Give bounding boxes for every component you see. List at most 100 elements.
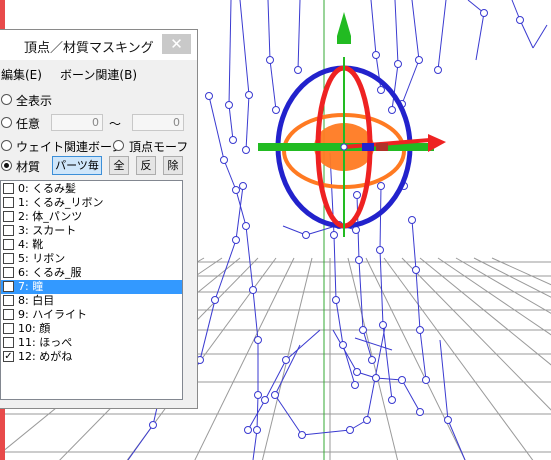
- material-checkbox[interactable]: ✓: [3, 351, 14, 362]
- vertex-morph-label: 頂点モーフ: [129, 140, 189, 154]
- material-list-item[interactable]: 2: 体_パンツ: [1, 210, 182, 224]
- material-list-item[interactable]: ✓ 12: めがね: [1, 350, 182, 364]
- material-checkbox[interactable]: [3, 183, 14, 194]
- material-list-item[interactable]: 9: ハイライト: [1, 308, 182, 322]
- bone-joint: [242, 146, 250, 154]
- weight-bone-label: ウェイト関連ボーン: [16, 140, 124, 154]
- bone-link: [245, 94, 250, 151]
- bone-joint: [416, 408, 424, 416]
- arbitrary-option[interactable]: 任意 0 〜 0: [0, 112, 197, 134]
- bone-joint: [376, 246, 384, 254]
- show-all-option[interactable]: 全表示: [0, 89, 197, 111]
- per-part-button[interactable]: パーツ毎: [52, 156, 102, 175]
- weight-bone-radio[interactable]: [1, 140, 12, 151]
- grid-line: [383, 257, 534, 460]
- bone-joint: [377, 182, 385, 190]
- weight-bone-option[interactable]: ウェイト関連ボーン 頂点モーフ: [0, 135, 197, 157]
- select-all-button[interactable]: 全: [109, 156, 129, 175]
- bone-joint: [232, 236, 240, 244]
- bone-link: [245, 225, 254, 291]
- range-separator: 〜: [109, 117, 122, 131]
- material-list-item[interactable]: 8: 白目: [1, 294, 182, 308]
- material-checkbox[interactable]: [3, 281, 14, 292]
- material-label: 7: 瞳: [18, 280, 44, 293]
- bone-joint: [330, 231, 338, 239]
- bone-link: [274, 344, 301, 396]
- invert-button[interactable]: 反: [136, 156, 156, 175]
- bone-joint: [225, 101, 233, 109]
- bone-joint: [239, 182, 247, 190]
- material-checkbox[interactable]: [3, 225, 14, 236]
- bone-joint: [244, 426, 252, 434]
- close-button[interactable]: ✕: [162, 34, 191, 54]
- material-list[interactable]: 0: くるみ髪 1: くるみ_リボン 2: 体_パンツ 3: スカート 4: 靴 5: リ…: [0, 180, 183, 400]
- bone-joint: [232, 186, 240, 194]
- bone-joint: [398, 376, 406, 384]
- material-list-item[interactable]: 0: くるみ髪: [1, 182, 182, 196]
- grid-line: [194, 257, 295, 460]
- material-option[interactable]: 材質 パーツ毎 全 反 除: [0, 155, 197, 177]
- bone-joint: [434, 66, 442, 74]
- bone-link: [247, 399, 266, 431]
- bone-link: [127, 424, 154, 460]
- range-to-field[interactable]: 0: [132, 114, 184, 131]
- material-list-item[interactable]: 4: 靴: [1, 238, 182, 252]
- material-radio[interactable]: [1, 160, 12, 171]
- bone-joint: [220, 156, 228, 164]
- bone-link: [228, 0, 232, 106]
- title-bar[interactable]: 頂点／材質マスキング ✕: [0, 30, 197, 60]
- bone-joint: [412, 266, 420, 274]
- material-checkbox[interactable]: [3, 197, 14, 208]
- bone-joint: [444, 416, 452, 424]
- material-label: 1: くるみ_リボン: [18, 196, 104, 209]
- menu-edit[interactable]: 編集(E): [1, 66, 42, 83]
- bone-link: [354, 337, 393, 351]
- bone-joint: [253, 426, 261, 434]
- material-checkbox[interactable]: [3, 323, 14, 334]
- material-label: 9: ハイライト: [18, 308, 87, 321]
- bone-link: [333, 234, 337, 301]
- grid-line: [455, 257, 551, 314]
- window-title: 頂点／材質マスキング: [24, 41, 154, 56]
- bone-link: [475, 12, 485, 61]
- bone-link: [382, 324, 393, 401]
- bone-link: [301, 429, 351, 436]
- material-label: 6: くるみ_服: [18, 266, 82, 279]
- bone-joint: [372, 374, 380, 382]
- bone-link: [394, 0, 399, 65]
- material-list-item[interactable]: 7: 瞳: [1, 280, 182, 294]
- material-checkbox[interactable]: [3, 337, 14, 348]
- bone-joint: [332, 296, 340, 304]
- gizmo-z-handle: [362, 143, 374, 151]
- material-label: 2: 体_パンツ: [18, 210, 83, 223]
- material-checkbox[interactable]: [3, 267, 14, 278]
- material-list-item[interactable]: 10: 顔: [1, 322, 182, 336]
- material-list-item[interactable]: 1: くるみ_リボン: [1, 196, 182, 210]
- material-checkbox[interactable]: [3, 295, 14, 306]
- show-all-label: 全表示: [16, 94, 53, 108]
- bone-link: [370, 0, 377, 56]
- bone-link: [239, 0, 250, 96]
- material-list-item[interactable]: 6: くるみ_服: [1, 266, 182, 280]
- material-checkbox[interactable]: [3, 253, 14, 264]
- material-checkbox[interactable]: [3, 239, 14, 250]
- bone-link: [437, 0, 447, 71]
- gizmo-y-handle: [337, 36, 351, 44]
- bone-joint: [379, 321, 387, 329]
- bone-link: [252, 429, 258, 460]
- bone-joint: [422, 376, 430, 384]
- remove-button[interactable]: 除: [163, 156, 183, 175]
- vertex-morph-radio[interactable]: [113, 140, 124, 151]
- material-checkbox[interactable]: [3, 309, 14, 320]
- show-all-radio[interactable]: [1, 94, 12, 105]
- material-list-item[interactable]: 3: スカート: [1, 224, 182, 238]
- bone-joint: [294, 66, 302, 74]
- bone-joint: [355, 256, 363, 264]
- range-from-field[interactable]: 0: [51, 114, 103, 131]
- material-label: 3: スカート: [18, 224, 77, 237]
- arbitrary-radio[interactable]: [1, 117, 12, 128]
- material-list-item[interactable]: 5: リボン: [1, 252, 182, 266]
- material-list-item[interactable]: 11: ほっぺ: [1, 336, 182, 350]
- material-checkbox[interactable]: [3, 211, 14, 222]
- menu-bone[interactable]: ボーン関連(B): [60, 66, 137, 83]
